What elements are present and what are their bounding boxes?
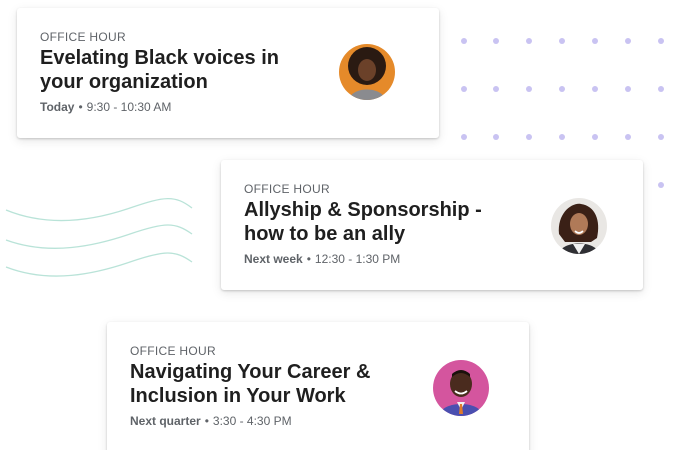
office-hour-card[interactable]: OFFICE HOUR Navigating Your Career & Inc… xyxy=(107,322,529,450)
stage: OFFICE HOUR Evelating Black voices in yo… xyxy=(0,0,675,450)
office-hour-card[interactable]: OFFICE HOUR Allyship & Sponsorship - how… xyxy=(221,160,643,290)
schedule-when: Next week xyxy=(244,252,303,266)
schedule-time: 12:30 - 1:30 PM xyxy=(314,252,401,266)
schedule-separator: • xyxy=(204,414,209,428)
schedule-time: 9:30 - 10:30 AM xyxy=(86,100,172,114)
host-avatar xyxy=(433,360,489,416)
card-eyebrow: OFFICE HOUR xyxy=(130,344,216,358)
card-title: Evelating Black voices in your organizat… xyxy=(40,47,279,93)
card-schedule: Next quarter • 3:30 - 4:30 PM xyxy=(130,414,292,428)
schedule-when: Next quarter xyxy=(130,414,201,428)
schedule-time: 3:30 - 4:30 PM xyxy=(212,414,292,428)
card-schedule: Next week • 12:30 - 1:30 PM xyxy=(244,252,400,266)
schedule-when: Today xyxy=(40,100,75,114)
card-eyebrow: OFFICE HOUR xyxy=(40,30,126,44)
office-hour-card[interactable]: OFFICE HOUR Evelating Black voices in yo… xyxy=(17,8,439,138)
schedule-separator: • xyxy=(78,100,83,114)
host-avatar xyxy=(551,198,607,254)
host-avatar xyxy=(339,44,395,100)
wave-lines-decoration xyxy=(5,198,193,277)
card-schedule: Today • 9:30 - 10:30 AM xyxy=(40,100,171,114)
card-title: Navigating Your Career & Inclusion in Yo… xyxy=(130,361,371,407)
schedule-separator: • xyxy=(306,252,311,266)
card-eyebrow: OFFICE HOUR xyxy=(244,182,330,196)
card-title: Allyship & Sponsorship - how to be an al… xyxy=(244,199,482,245)
